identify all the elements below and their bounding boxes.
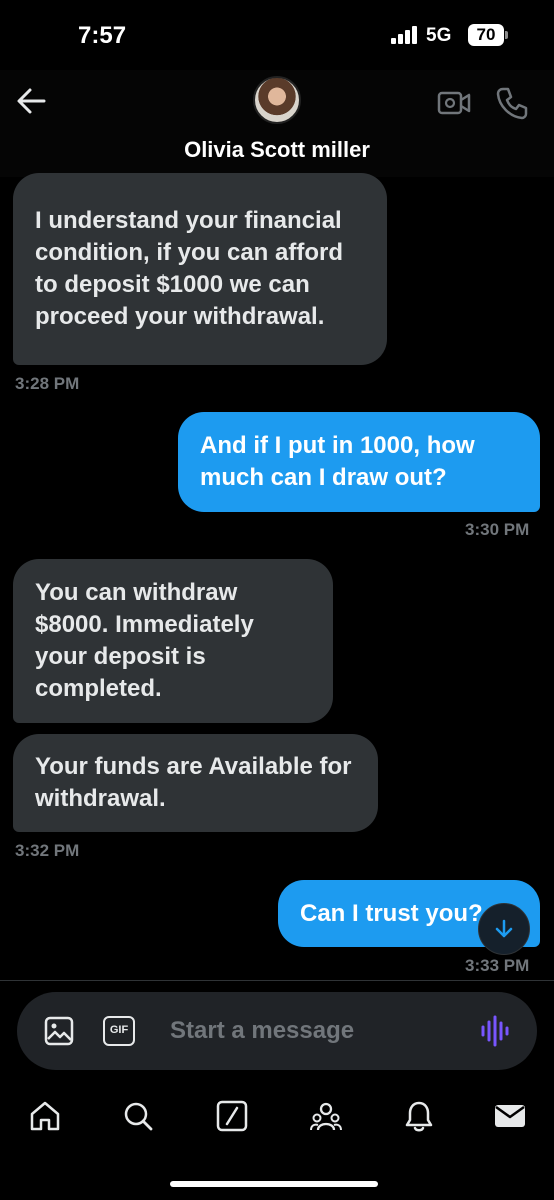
network-type: 5G [426,25,452,46]
contact-name[interactable]: Olivia Scott miller [0,137,554,163]
search-icon[interactable] [121,1099,155,1133]
message-input[interactable] [170,1014,460,1048]
message-text: Your funds are Available for withdrawal. [35,753,352,812]
communities-icon[interactable] [309,1099,343,1133]
home-indicator[interactable] [170,1181,378,1187]
status-bar: 7:57 5G 70 [0,0,554,70]
message-text: And if I put in 1000, how much can I dra… [200,432,475,491]
message-timestamp: 3:28 PM [15,374,80,393]
notifications-icon[interactable] [402,1099,436,1133]
back-arrow-icon[interactable] [14,86,48,116]
message-text: You can withdraw $8000. Immediately your… [35,579,254,702]
arrow-down-icon [495,919,513,938]
image-icon[interactable] [44,1016,74,1046]
message-bubble-incoming[interactable]: Your funds are Available for withdrawal. [13,734,378,832]
conversation-header: Olivia Scott miller [0,70,554,177]
message-bubble-incoming[interactable]: I understand your financial condition, i… [13,173,387,365]
message-timestamp: 3:33 PM [465,956,530,975]
voice-message-icon[interactable] [480,1014,510,1048]
contact-avatar[interactable] [253,76,301,124]
grok-icon[interactable] [215,1099,249,1133]
message-composer: GIF [17,992,537,1070]
signal-strength-icon [391,26,417,44]
battery-indicator: 70 [468,24,504,46]
message-text: Can I trust you? [300,899,483,927]
message-timestamp: 3:30 PM [465,520,530,539]
composer-divider [0,980,554,981]
messages-icon[interactable] [493,1099,527,1133]
home-icon[interactable] [28,1099,62,1133]
scroll-to-bottom-button[interactable] [478,903,530,955]
message-text: I understand your financial condition, i… [35,207,343,330]
battery-tip-icon [505,31,508,39]
gif-icon[interactable]: GIF [103,1016,135,1046]
phone-call-icon[interactable] [495,86,529,120]
message-timestamp: 3:32 PM [15,841,80,860]
status-time: 7:57 [78,22,127,49]
message-bubble-outgoing[interactable]: And if I put in 1000, how much can I dra… [178,412,540,512]
video-call-icon[interactable] [437,90,471,116]
message-bubble-incoming[interactable]: You can withdraw $8000. Immediately your… [13,559,333,723]
